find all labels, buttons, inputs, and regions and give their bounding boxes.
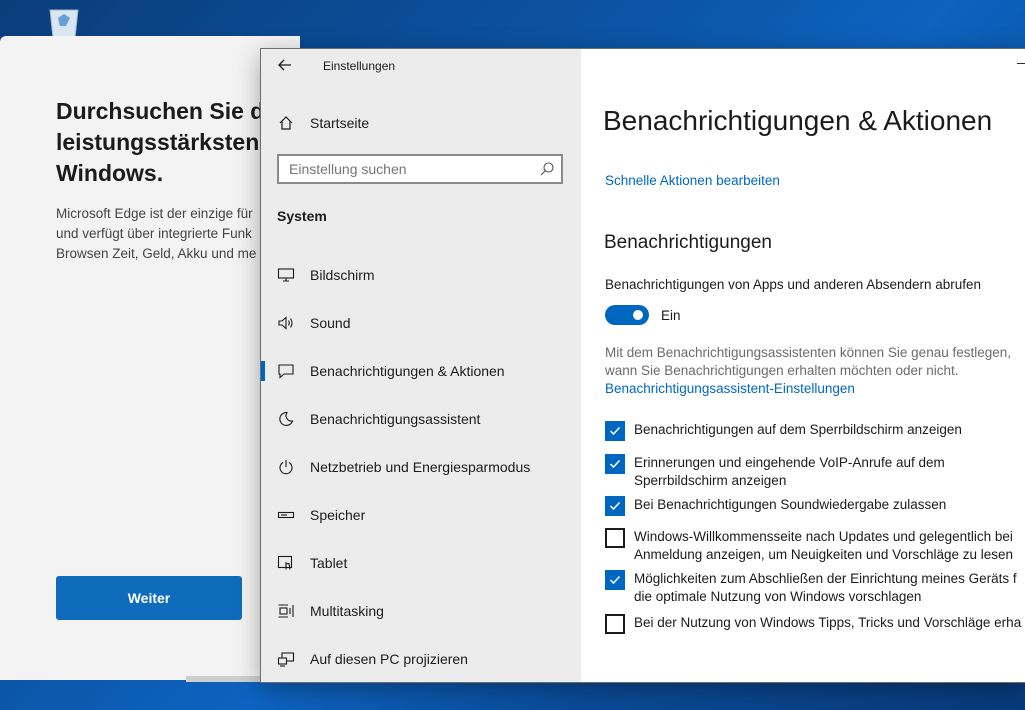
project-icon <box>277 650 295 668</box>
option-label: Windows-Willkommensseite nach Updates un… <box>634 529 1014 562</box>
search-box[interactable] <box>277 154 563 184</box>
moon-icon <box>277 410 295 428</box>
sidebar-item-label: Benachrichtigungsassistent <box>310 411 481 427</box>
sidebar-item-sound[interactable]: Sound <box>261 299 581 347</box>
option-label: Benachrichtigungen auf dem Sperrbildschi… <box>634 422 962 437</box>
sidebar-item-label: Speicher <box>310 507 366 523</box>
nav-list: Bildschirm Sound Benachrichtigungen & Ak… <box>261 251 581 682</box>
sidebar-item-label: Tablet <box>310 555 348 571</box>
option-label: Erinnerungen und eingehende VoIP-Anrufe … <box>634 455 945 488</box>
nav-home-label: Startseite <box>310 115 370 131</box>
settings-sidebar: Einstellungen Startseite System Bildschi… <box>261 49 581 682</box>
home-icon <box>277 114 295 132</box>
toggle-state: Ein <box>661 308 681 323</box>
checkbox[interactable] <box>605 454 625 474</box>
option-welcome-page[interactable]: Windows-Willkommensseite nach Updates un… <box>605 528 1025 564</box>
checkbox[interactable] <box>605 496 625 516</box>
sidebar-item-notifications[interactable]: Benachrichtigungen & Aktionen <box>261 347 581 395</box>
search-input[interactable] <box>289 161 529 177</box>
toggle-label: Benachrichtigungen von Apps und anderen … <box>605 277 982 292</box>
option-voip-reminders[interactable]: Erinnerungen und eingehende VoIP-Anrufe … <box>605 454 1025 490</box>
notification-icon <box>277 362 295 380</box>
sidebar-item-bildschirm[interactable]: Bildschirm <box>261 251 581 299</box>
sidebar-item-storage[interactable]: Speicher <box>261 491 581 539</box>
checkbox[interactable] <box>605 614 625 634</box>
quick-actions-link[interactable]: Schnelle Aktionen bearbeiten <box>605 173 780 188</box>
continue-button[interactable]: Weiter <box>56 576 242 620</box>
back-arrow-icon[interactable] <box>275 57 295 77</box>
section-label: System <box>277 208 327 224</box>
multitasking-icon <box>277 602 295 620</box>
storage-icon <box>277 506 295 524</box>
sidebar-item-multitasking[interactable]: Multitasking <box>261 587 581 635</box>
edge-dialog-title: Durchsuchen Sie da leistungsstärksten Wi… <box>56 98 277 186</box>
sidebar-item-label: Netzbetrieb und Energiesparmodus <box>310 459 531 475</box>
sidebar-item-project[interactable]: Auf diesen PC projizieren <box>261 635 581 682</box>
minimize-icon[interactable] <box>1017 63 1025 64</box>
sidebar-item-label: Sound <box>310 315 351 331</box>
edge-dialog-description: Microsoft Edge ist der einzige für und v… <box>56 206 257 261</box>
checkbox[interactable] <box>605 421 625 441</box>
checkbox[interactable] <box>605 570 625 590</box>
checkbox[interactable] <box>605 528 625 548</box>
monitor-icon <box>277 266 295 284</box>
focus-assist-settings-link[interactable]: Benachrichtigungsassistent-Einstellungen <box>605 381 855 396</box>
notifications-toggle[interactable] <box>605 305 649 325</box>
tablet-icon <box>277 554 295 572</box>
sidebar-item-tablet[interactable]: Tablet <box>261 539 581 587</box>
sidebar-item-label: Benachrichtigungen & Aktionen <box>310 363 505 379</box>
sidebar-item-power[interactable]: Netzbetrieb und Energiesparmodus <box>261 443 581 491</box>
settings-content: Benachrichtigungen & Aktionen Schnelle A… <box>581 49 1025 682</box>
speaker-icon <box>277 314 295 332</box>
recycle-bin-icon[interactable] <box>44 6 84 39</box>
nav-home[interactable]: Startseite <box>277 113 369 133</box>
option-lock-screen[interactable]: Benachrichtigungen auf dem Sperrbildschi… <box>605 421 1025 441</box>
sidebar-item-focus-assist[interactable]: Benachrichtigungsassistent <box>261 395 581 443</box>
option-setup-suggestions[interactable]: Möglichkeiten zum Abschließen der Einric… <box>605 570 1025 606</box>
power-icon <box>277 458 295 476</box>
toggle-knob <box>633 310 643 320</box>
search-icon[interactable] <box>539 161 555 177</box>
option-label: Bei Benachrichtigungen Soundwiedergabe z… <box>634 497 947 512</box>
focus-assist-description: Mit dem Benachrichtigungsassistenten kön… <box>605 345 1012 378</box>
option-tips[interactable]: Bei der Nutzung von Windows Tipps, Trick… <box>605 614 1025 634</box>
option-label: Möglichkeiten zum Abschließen der Einric… <box>634 571 1017 604</box>
settings-window: Einstellungen Startseite System Bildschi… <box>261 49 1025 682</box>
sidebar-item-label: Bildschirm <box>310 267 375 283</box>
edge-setup-dialog: Durchsuchen Sie da leistungsstärksten Wi… <box>0 36 300 680</box>
notifications-heading: Benachrichtigungen <box>604 232 772 253</box>
sidebar-item-label: Multitasking <box>310 603 384 619</box>
page-title: Benachrichtigungen & Aktionen <box>603 105 993 136</box>
window-title: Einstellungen <box>323 59 396 73</box>
option-label: Bei der Nutzung von Windows Tipps, Trick… <box>634 615 1022 630</box>
sidebar-item-label: Auf diesen PC projizieren <box>310 651 468 667</box>
option-sound[interactable]: Bei Benachrichtigungen Soundwiedergabe z… <box>605 496 1025 516</box>
window-edge-strip <box>186 676 266 682</box>
